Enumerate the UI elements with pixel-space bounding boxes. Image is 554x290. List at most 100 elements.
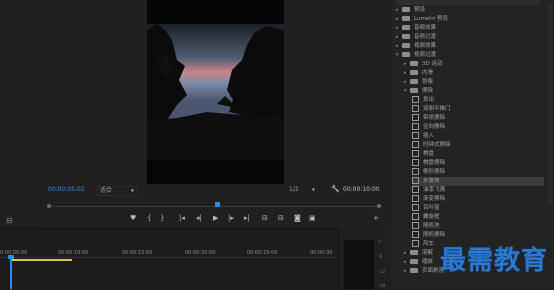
effect-item-row[interactable]: 划出 [412,96,544,105]
folder-icon [410,259,418,264]
effects-folder-row[interactable]: ▸ Lumetri 预设 [396,15,544,24]
effect-item-row[interactable]: 棋盘擦除 [412,159,544,168]
effect-item-row[interactable]: 渐变擦除 [412,195,544,204]
ruler-label: 00:00:10:00 [58,250,89,256]
transition-icon [412,213,419,220]
effect-item-row[interactable]: 双侧平推门 [412,105,544,114]
meter-label: 0 [378,240,381,245]
monitor-scrub-bar[interactable] [47,202,381,210]
go-to-in-icon[interactable]: |◂ [179,212,185,224]
step-forward-icon[interactable]: |▸ [228,212,234,224]
extract-icon[interactable]: ⊟ [278,212,284,224]
in-point-handle[interactable] [47,204,51,208]
transition-icon [412,114,419,121]
effect-label: 音频过渡 [414,34,437,40]
folder-icon [402,52,410,57]
ruler-label: 00:00:20:00 [185,250,216,256]
effects-folder-row[interactable]: ▸ 视频效果 [396,42,544,51]
effect-label: 风车 [423,241,435,247]
effect-item-row[interactable]: 径向擦除 [412,123,544,132]
duration-timecode: 00:00:10:00 [343,186,380,193]
effect-label: 擦除 [422,88,434,94]
lift-icon[interactable]: ⊟ [262,212,268,224]
effect-item-row[interactable]: 棋盘 [412,150,544,159]
toolbar-icon[interactable]: ⊟ [6,216,13,225]
ruler-label: 00:00:30 [310,250,333,256]
effect-item-row[interactable]: 时钟式擦除 [412,141,544,150]
transition-icon [412,96,419,103]
effect-item-row[interactable]: 水波块 [412,177,544,186]
ruler-label: 00:00:15:00 [122,250,153,256]
comparison-view-icon[interactable]: ▣ [309,212,316,224]
fit-dropdown[interactable]: 适合 ▼ [97,186,137,196]
scrub-track [47,206,381,207]
playhead-handle[interactable] [8,255,14,259]
work-area-bar[interactable] [10,259,72,261]
resolution-dropdown[interactable]: 1/2 ▼ [289,186,317,194]
effects-folder-row[interactable]: ▸ 3D 运动 [404,60,544,69]
effect-label: 视频过渡 [414,52,437,58]
effects-folder-row[interactable]: ▾ 视频过渡 [396,51,544,60]
effect-label: 随机块 [423,223,440,229]
effect-item-row[interactable]: 随机擦除 [412,231,544,240]
effect-item-row[interactable]: 插入 [412,132,544,141]
watermark-text: 最需教育 [440,246,549,276]
effect-label: 3D 运动 [422,61,443,67]
transition-icon [412,105,419,112]
mark-out-icon[interactable]: } [160,212,164,224]
current-timecode[interactable]: 00:00:05:02 [48,186,85,193]
folder-icon [410,250,418,255]
effect-item-row[interactable]: 螺旋框 [412,213,544,222]
effect-item-row[interactable]: 油漆飞溅 [412,186,544,195]
ruler-label: 00:00:25:00 [247,250,278,256]
folder-icon [410,70,418,75]
go-to-out-icon[interactable]: ▸| [244,212,250,224]
effect-label: 划出 [423,97,435,103]
effects-scrollbar[interactable] [548,4,552,204]
effects-folder-row[interactable]: ▸ 音频效果 [396,24,544,33]
mark-in-icon[interactable]: { [147,212,151,224]
transition-icon [412,204,419,211]
out-point-handle[interactable] [377,204,381,208]
effect-item-row[interactable]: 带状擦除 [412,114,544,123]
effect-item-row[interactable]: 随机块 [412,222,544,231]
camera-icon[interactable]: ◙ [294,212,301,224]
wrench-icon[interactable]: 🔧 [331,185,340,193]
effects-folder-row[interactable]: ▸ 划像 [404,78,544,87]
effect-label: 音频效果 [414,25,437,31]
effect-label: 棋盘 [423,151,435,157]
transition-icon [412,177,419,184]
folder-icon [410,268,418,273]
effect-label: 视频效果 [414,43,437,49]
effects-folder-row[interactable]: ▸ 音频过渡 [396,33,544,42]
effect-label: 溶解 [422,250,434,256]
effect-label: 螺旋框 [423,214,440,220]
fit-dropdown-label: 适合 [100,187,113,194]
add-button-icon[interactable]: + [373,212,379,224]
effect-item-row[interactable]: 楔形擦除 [412,168,544,177]
effects-folder-row[interactable]: ▾ 擦除 [404,87,544,96]
transport-controls: ♥ { } |◂ ◂| ▶ |▸ ▸| ⊟ ⊟ ◙ ▣ + [120,212,390,224]
marker-icon[interactable]: ♥ [130,212,136,224]
playhead-marker[interactable] [215,202,220,207]
step-back-icon[interactable]: ◂| [196,212,202,224]
meter-label: -6 [378,255,383,260]
timeline-ruler[interactable] [0,257,336,258]
effect-label: 预设 [414,7,426,13]
play-icon[interactable]: ▶ [213,212,218,224]
effects-folder-row[interactable]: ▸ 预设 [396,6,544,15]
effect-label: 百叶窗 [423,205,440,211]
effects-search-input[interactable] [396,0,540,5]
effect-item-row[interactable]: 百叶窗 [412,204,544,213]
transition-icon [412,222,419,229]
transition-icon [412,150,419,157]
effect-label: 内滑 [422,70,434,76]
effect-label: 时钟式擦除 [423,142,451,148]
timeline-playhead[interactable] [10,255,12,289]
effects-folder-row[interactable]: ▸ 内滑 [404,69,544,78]
effect-label: 插入 [423,133,435,139]
effect-label: 双侧平推门 [423,106,451,112]
meter-label: -12 [378,270,386,275]
effect-label: 带状擦除 [423,115,446,121]
folder-icon [410,61,418,66]
